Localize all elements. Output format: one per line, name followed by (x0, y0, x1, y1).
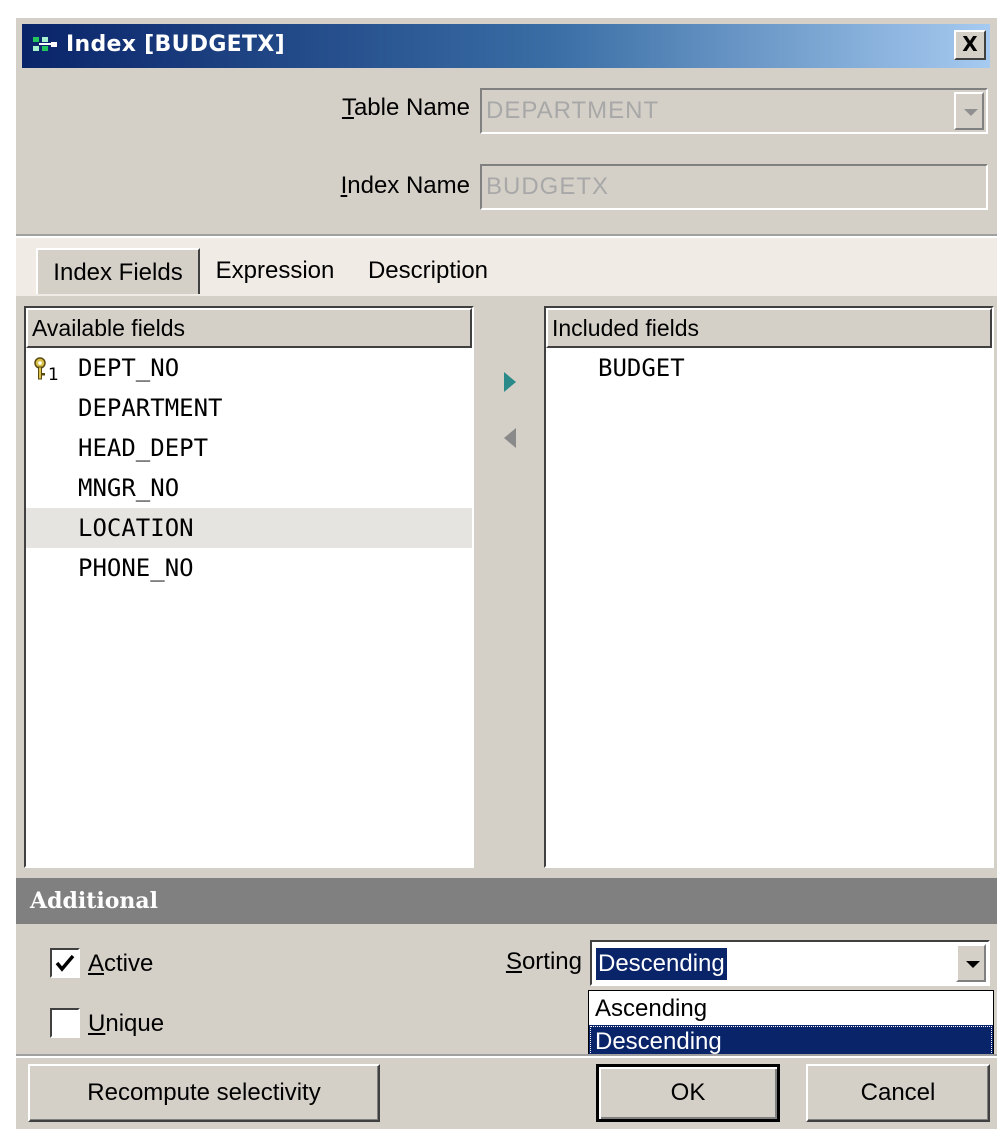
index-name-label: Index Name (340, 172, 470, 199)
active-checkbox[interactable] (50, 948, 80, 978)
index-dialog: Index [BUDGETX] X Table Name DEPARTMENT … (16, 18, 997, 1129)
included-fields-list[interactable]: Included fields BUDGET (544, 306, 994, 868)
tab-description[interactable]: Description (352, 248, 504, 294)
index-name-value: BUDGETX (486, 173, 610, 200)
field-name: BUDGET (598, 354, 685, 382)
field-name: LOCATION (78, 514, 194, 542)
tab-index-fields[interactable]: Index Fields (36, 248, 200, 294)
field-name: DEPARTMENT (78, 394, 223, 422)
cancel-button[interactable]: Cancel (806, 1064, 990, 1122)
list-item[interactable]: DEPARTMENT (26, 388, 472, 428)
separator (16, 1054, 997, 1058)
list-item[interactable]: 1 DEPT_NO (26, 348, 472, 388)
tab-strip: Index Fields Expression Description (16, 238, 997, 296)
table-name-combo[interactable]: DEPARTMENT (480, 88, 988, 134)
list-item[interactable]: HEAD_DEPT (26, 428, 472, 468)
table-name-value: DEPARTMENT (486, 97, 660, 124)
additional-section-header: Additional (16, 878, 997, 924)
sorting-value: Descending (596, 948, 727, 980)
title-bar[interactable]: Index [BUDGETX] X (22, 24, 990, 68)
key-subscript: 1 (48, 365, 59, 382)
sorting-option-ascending[interactable]: Ascending (589, 992, 993, 1025)
add-field-arrow-icon[interactable] (500, 368, 520, 396)
tab-expression[interactable]: Expression (202, 248, 348, 294)
index-icon (33, 37, 57, 51)
index-name-field[interactable]: BUDGETX (480, 164, 988, 210)
sorting-combo[interactable]: Descending (590, 940, 990, 986)
available-fields-header: Available fields (26, 308, 472, 348)
window-title: Index [BUDGETX] (66, 32, 285, 57)
unique-checkbox[interactable] (50, 1008, 80, 1038)
remove-field-arrow-icon[interactable] (500, 424, 520, 452)
field-name: MNGR_NO (78, 474, 180, 502)
available-fields-list[interactable]: Available fields 1 DEPT_NO DEPARTMENT HE… (24, 306, 474, 868)
primary-key-icon: 1 (34, 357, 59, 382)
included-fields-header: Included fields (546, 308, 992, 348)
active-label[interactable]: Active (88, 950, 153, 978)
list-item[interactable]: PHONE_NO (26, 548, 472, 588)
close-button[interactable]: X (954, 30, 986, 60)
field-name: DEPT_NO (78, 354, 180, 382)
recompute-selectivity-button[interactable]: Recompute selectivity (28, 1064, 380, 1122)
checkmark-icon (55, 954, 75, 972)
table-name-dropdown-icon[interactable] (954, 92, 984, 130)
unique-label[interactable]: Unique (88, 1010, 164, 1038)
list-item-highlighted[interactable]: LOCATION (26, 508, 472, 548)
list-item[interactable]: MNGR_NO (26, 468, 472, 508)
field-name: PHONE_NO (78, 554, 194, 582)
field-name: HEAD_DEPT (78, 434, 209, 462)
sorting-label: Sorting (505, 948, 582, 975)
list-item[interactable]: BUDGET (546, 348, 992, 388)
table-name-label: Table Name (341, 94, 470, 121)
ok-button[interactable]: OK (596, 1064, 780, 1122)
sorting-dropdown-icon[interactable] (956, 944, 986, 982)
sorting-dropdown-list[interactable]: Ascending Descending (588, 990, 994, 1058)
